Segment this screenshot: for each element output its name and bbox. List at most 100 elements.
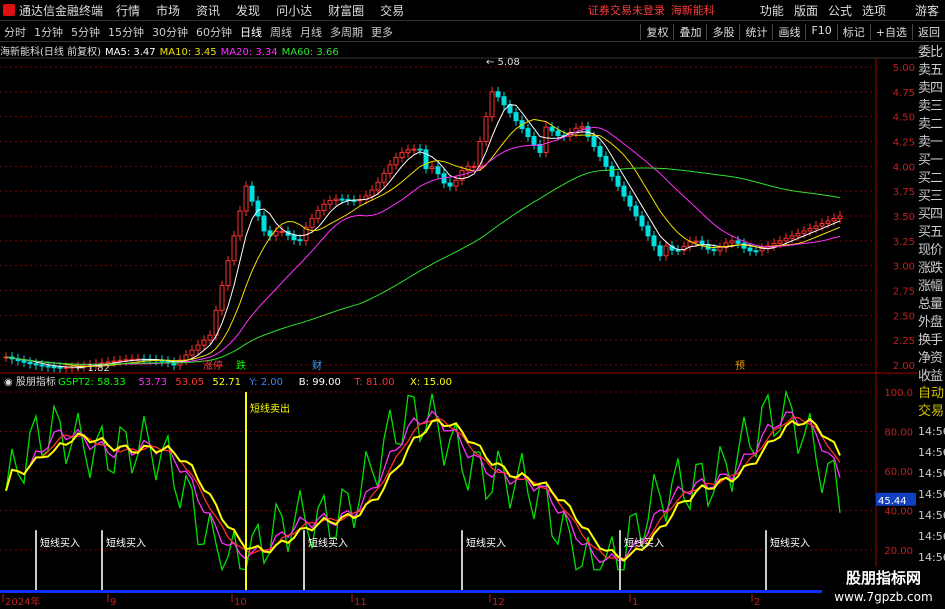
candle-body bbox=[369, 189, 375, 197]
period-tab-9[interactable]: 多周期 bbox=[330, 24, 363, 40]
toolbar-button-1[interactable]: 叠加 bbox=[673, 23, 706, 40]
side-item-11[interactable]: 现价 bbox=[918, 241, 945, 259]
candle-body bbox=[297, 239, 303, 242]
toolbar-button-7[interactable]: +自选 bbox=[869, 23, 912, 40]
event-marker-0[interactable]: 涨停 bbox=[203, 359, 223, 372]
menu-item-2[interactable]: 资讯 bbox=[196, 2, 220, 19]
side-item-5[interactable]: 卖一 bbox=[918, 133, 945, 151]
candle-body bbox=[225, 260, 231, 287]
candle-body bbox=[435, 166, 441, 175]
period-tab-6[interactable]: 日线 bbox=[240, 24, 262, 40]
toolbar-button-6[interactable]: 标记 bbox=[836, 23, 870, 40]
side-item-14[interactable]: 总量 bbox=[918, 295, 945, 313]
side-item-6[interactable]: 买一 bbox=[918, 151, 945, 169]
price-tick: 2.25 bbox=[893, 336, 915, 347]
candle-body bbox=[837, 215, 843, 219]
menu-item-1[interactable]: 市场 bbox=[156, 2, 180, 19]
period-tab-4[interactable]: 30分钟 bbox=[152, 24, 188, 40]
event-marker-3[interactable]: 预 bbox=[735, 360, 745, 372]
toolbar-button-5[interactable]: F10 bbox=[805, 23, 836, 40]
candle-body bbox=[243, 185, 249, 212]
period-tab-5[interactable]: 60分钟 bbox=[196, 24, 232, 40]
candle-body bbox=[111, 360, 117, 363]
right-menu-item-3[interactable]: 选项 bbox=[862, 2, 886, 19]
side-item-3[interactable]: 卖三 bbox=[918, 97, 945, 115]
period-tab-10[interactable]: 更多 bbox=[371, 24, 393, 40]
menu-item-5[interactable]: 财富圈 bbox=[328, 2, 364, 19]
period-tab-0[interactable]: 分时 bbox=[4, 24, 26, 40]
side-item-2[interactable]: 卖四 bbox=[918, 79, 945, 97]
indicator-value-1: 53.73 bbox=[138, 377, 167, 388]
ind-tick: 100.0 bbox=[884, 388, 913, 399]
candle-body bbox=[525, 128, 531, 138]
candle-body bbox=[627, 195, 633, 207]
candle-body bbox=[429, 166, 435, 170]
toolbar-button-3[interactable]: 统计 bbox=[739, 23, 772, 40]
side-item-4[interactable]: 卖二 bbox=[918, 115, 945, 133]
toolbar-button-0[interactable]: 复权 bbox=[640, 23, 673, 40]
ma10-line bbox=[5, 118, 841, 367]
side2-time-4: 14:56 bbox=[918, 509, 945, 522]
side-item-10[interactable]: 买五 bbox=[918, 223, 945, 241]
candle-body bbox=[549, 126, 555, 132]
side-item-12[interactable]: 涨跌 bbox=[918, 259, 945, 277]
indicator-value-6: T: 81.00 bbox=[353, 377, 394, 388]
side-item-13[interactable]: 涨幅 bbox=[918, 277, 945, 295]
side-item-0[interactable]: 委比 bbox=[918, 43, 945, 61]
candle-body bbox=[249, 185, 255, 202]
indicator-value-2: 53.05 bbox=[175, 377, 204, 388]
guest-button[interactable]: 游客 bbox=[915, 2, 939, 19]
candle-body bbox=[261, 215, 267, 232]
candle-body bbox=[813, 225, 819, 229]
ma5-line bbox=[5, 104, 841, 368]
price-tick: 5.00 bbox=[893, 63, 915, 74]
side-item-8[interactable]: 买三 bbox=[918, 187, 945, 205]
side2-item-0[interactable]: 自动 bbox=[918, 385, 945, 403]
signal-label-2: 短线买入 bbox=[308, 536, 348, 549]
menu-item-3[interactable]: 发现 bbox=[236, 2, 260, 19]
toolbar-button-2[interactable]: 多股 bbox=[706, 23, 739, 40]
candle-body bbox=[471, 165, 477, 168]
event-marker-1[interactable]: 跌 bbox=[236, 359, 246, 372]
right-menu-item-0[interactable]: 功能 bbox=[760, 2, 784, 19]
candle-body bbox=[693, 240, 699, 243]
right-menu-item-1[interactable]: 版面 bbox=[794, 2, 818, 19]
period-tab-2[interactable]: 5分钟 bbox=[71, 24, 100, 40]
candle-body bbox=[597, 145, 603, 157]
side-item-1[interactable]: 卖五 bbox=[918, 61, 945, 79]
event-marker-2[interactable]: 财 bbox=[312, 359, 322, 372]
menu-item-6[interactable]: 交易 bbox=[380, 2, 404, 19]
candle-body bbox=[231, 235, 237, 262]
right-menu-item-2[interactable]: 公式 bbox=[828, 2, 852, 19]
side-item-16[interactable]: 换手 bbox=[918, 331, 945, 349]
side-item-15[interactable]: 外盘 bbox=[918, 313, 945, 331]
kline-chart[interactable]: 5.00 4.75 4.50 4.25 4.00 3.75 3.50 3.25 3.00 2.75… bbox=[0, 42, 918, 609]
candle-body bbox=[699, 240, 705, 246]
signal-label-0: 短线买入 bbox=[40, 536, 80, 549]
candle-body bbox=[255, 200, 261, 217]
candle-body bbox=[747, 247, 753, 252]
side-item-18[interactable]: 收益 bbox=[918, 367, 945, 385]
period-tab-1[interactable]: 1分钟 bbox=[34, 24, 63, 40]
side-item-17[interactable]: 净资 bbox=[918, 349, 945, 367]
candle-body bbox=[39, 364, 45, 367]
menu-item-0[interactable]: 行情 bbox=[116, 2, 140, 19]
login-status[interactable]: 证券交易未登录 bbox=[588, 2, 665, 18]
period-tab-3[interactable]: 15分钟 bbox=[108, 24, 144, 40]
menu-item-4[interactable]: 问小达 bbox=[276, 2, 312, 19]
toolbar-button-8[interactable]: 返回 bbox=[912, 23, 945, 40]
candle-body bbox=[411, 148, 417, 151]
main-menu: 行情 市场 资讯 发现 问小达 财富圈 交易 bbox=[108, 2, 412, 19]
period-tab-8[interactable]: 月线 bbox=[300, 24, 322, 40]
side-item-7[interactable]: 买二 bbox=[918, 169, 945, 187]
toolbar-button-4[interactable]: 画线 bbox=[772, 23, 805, 40]
side-item-9[interactable]: 买四 bbox=[918, 205, 945, 223]
candle-body bbox=[513, 112, 519, 122]
side2-item-1[interactable]: 交易 bbox=[918, 403, 945, 421]
period-tab-7[interactable]: 周线 bbox=[270, 24, 292, 40]
candle-body bbox=[801, 230, 807, 234]
scroll-bar[interactable] bbox=[0, 590, 918, 593]
indicator-value-4: Y: 2.00 bbox=[248, 377, 283, 388]
candle-body bbox=[789, 235, 795, 239]
price-tick: 4.25 bbox=[893, 138, 915, 149]
